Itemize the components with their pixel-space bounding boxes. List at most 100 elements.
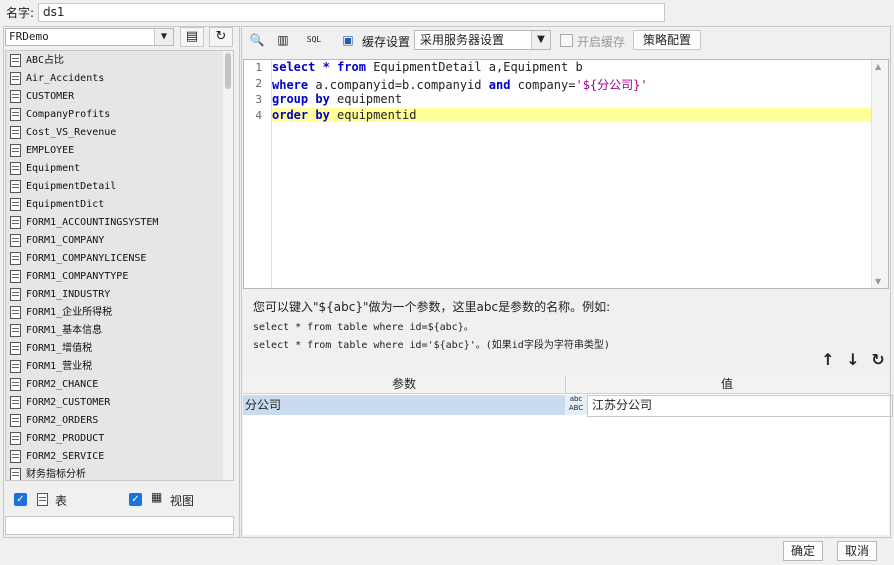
- table-filter-input[interactable]: [5, 516, 234, 535]
- table-name: EquipmentDict: [26, 199, 105, 210]
- view-icon: ▦: [151, 490, 163, 504]
- table-list-item[interactable]: FORM2_PRODUCT: [10, 430, 104, 448]
- table-list-item[interactable]: FORM1_营业税: [10, 358, 92, 376]
- table-name: FORM1_增值税: [26, 343, 93, 354]
- table-list-item[interactable]: 财务指标分析: [10, 466, 86, 480]
- preview-icon[interactable]: 🔍: [247, 30, 267, 50]
- table-icon: [10, 89, 21, 103]
- parameter-hint: 您可以键入"${abc}"做为一个参数，这里abc是参数的名称。例如: sele…: [253, 298, 883, 351]
- table-name: CUSTOMER: [26, 91, 75, 102]
- table-list-item[interactable]: Cost_VS_Revenue: [10, 124, 116, 142]
- table-list-item[interactable]: FORM2_CUSTOMER: [10, 394, 110, 412]
- table-list-item[interactable]: FORM1_COMPANY: [10, 232, 104, 250]
- table-name: FORM1_营业税: [26, 361, 93, 372]
- dataset-name-input[interactable]: ds1: [38, 3, 665, 22]
- table-icon: [10, 413, 21, 427]
- database-select[interactable]: FRDemo ▼: [5, 28, 174, 46]
- table-list-item[interactable]: FORM1_企业所得税: [10, 304, 112, 322]
- line-number: 2: [255, 77, 262, 90]
- move-up-icon[interactable]: ↑: [818, 350, 838, 370]
- table-preview-icon[interactable]: ▤: [180, 27, 204, 47]
- table-icon: [10, 431, 21, 445]
- table-name: FORM2_ORDERS: [26, 415, 99, 426]
- table-list-item[interactable]: CUSTOMER: [10, 88, 74, 106]
- column-header-value: 值: [565, 375, 888, 393]
- type-filter-row: ✓ 表 ✓ ▦ 视图: [5, 485, 234, 513]
- line-number-gutter: 1 2 3 4: [244, 60, 272, 288]
- cache-settings-icon[interactable]: ▣: [338, 30, 358, 50]
- table-list-item[interactable]: EquipmentDetail: [10, 178, 116, 196]
- table-icon: [10, 467, 21, 480]
- table-icon: [10, 323, 21, 337]
- string-type-icon[interactable]: abc ABC: [565, 395, 587, 415]
- table-list-item[interactable]: FORM1_基本信息: [10, 322, 102, 340]
- move-down-icon[interactable]: ↓: [843, 350, 863, 370]
- hint-line-2: select * from table where id=${abc}。: [253, 322, 474, 333]
- enable-cache-checkbox[interactable]: 开启缓存: [560, 33, 625, 50]
- table-name: Cost_VS_Revenue: [26, 127, 117, 138]
- table-icon: [10, 359, 21, 373]
- table-list-item[interactable]: FORM1_COMPANYLICENSE: [10, 250, 146, 268]
- table-list-item[interactable]: FORM1_增值税: [10, 340, 92, 358]
- refresh-icon[interactable]: ↻: [209, 27, 233, 47]
- table-list: ABC占比 Air_Accidents CUSTOMER CompanyProfits…: [5, 50, 234, 481]
- view-checkbox-label: 视图: [170, 494, 195, 508]
- table-icon: [10, 251, 21, 265]
- refresh-params-icon[interactable]: ↻: [868, 350, 888, 370]
- table-name: FORM1_ACCOUNTINGSYSTEM: [26, 217, 159, 228]
- table-list-item[interactable]: CompanyProfits: [10, 106, 110, 124]
- checkbox-box[interactable]: [560, 34, 573, 47]
- parameter-table: 参数 值 分公司 abc ABC 江苏分公司: [243, 375, 893, 535]
- table-name: CompanyProfits: [26, 109, 111, 120]
- param-value-input[interactable]: 江苏分公司: [587, 395, 893, 417]
- table-list-item[interactable]: FORM1_ACCOUNTINGSYSTEM: [10, 214, 158, 232]
- table-list-item[interactable]: Air_Accidents: [10, 70, 104, 88]
- table-list-item[interactable]: FORM1_COMPANYTYPE: [10, 268, 128, 286]
- cache-select[interactable]: 采用服务器设置 ▼: [414, 30, 551, 50]
- table-list-item[interactable]: ABC占比: [10, 52, 64, 70]
- table-icon: [10, 179, 21, 193]
- table-name: Equipment: [26, 163, 81, 174]
- table-list-item[interactable]: Equipment: [10, 160, 80, 178]
- table-checkbox-label: 表: [55, 494, 68, 508]
- scroll-down-icon[interactable]: ▼: [875, 277, 881, 286]
- table-name: FORM1_企业所得税: [26, 307, 113, 318]
- table-icon: [10, 305, 21, 319]
- table-icon: [10, 143, 21, 157]
- sql-line: select * from EquipmentDetail a,Equipmen…: [272, 60, 583, 74]
- table-list-scrollbar[interactable]: [223, 51, 233, 480]
- table-list-item[interactable]: EMPLOYEE: [10, 142, 74, 160]
- cancel-button[interactable]: 取消: [837, 541, 877, 561]
- table-list-item[interactable]: FORM2_CHANCE: [10, 376, 98, 394]
- scrollbar-thumb[interactable]: [225, 53, 231, 89]
- table-name: FORM1_INDUSTRY: [26, 289, 111, 300]
- param-name-cell[interactable]: 分公司: [243, 395, 566, 415]
- hint-line-1: 您可以键入"${abc}"做为一个参数，这里abc是参数的名称。例如:: [253, 300, 611, 314]
- table-list-item[interactable]: FORM2_ORDERS: [10, 412, 98, 430]
- chevron-down-icon[interactable]: ▼: [154, 29, 173, 45]
- sql-icon[interactable]: SQL: [304, 30, 324, 50]
- table-icon: [10, 341, 21, 355]
- table-list-item[interactable]: FORM2_SERVICE: [10, 448, 104, 466]
- editor-scrollbar[interactable]: ▲ ▼: [871, 60, 888, 288]
- table-name: FORM2_PRODUCT: [26, 433, 105, 444]
- table-icon: [10, 71, 21, 85]
- sql-line: where a.companyid=b.companyid and compan…: [272, 78, 648, 92]
- table-row[interactable]: 分公司 abc ABC 江苏分公司: [243, 395, 893, 417]
- table-list-item[interactable]: FORM1_INDUSTRY: [10, 286, 110, 304]
- table-list-item[interactable]: EquipmentDict: [10, 196, 104, 214]
- scroll-up-icon[interactable]: ▲: [875, 62, 881, 71]
- table-icon: [10, 287, 21, 301]
- strategy-config-button[interactable]: 策略配置: [633, 30, 701, 50]
- view-checkbox[interactable]: ✓: [129, 493, 142, 506]
- table-icon: [10, 395, 21, 409]
- table-checkbox[interactable]: ✓: [14, 493, 27, 506]
- ok-button[interactable]: 确定: [783, 541, 823, 561]
- chevron-down-icon[interactable]: ▼: [531, 31, 550, 49]
- save-icon[interactable]: ▥: [273, 30, 293, 50]
- table-name: FORM1_基本信息: [26, 325, 103, 336]
- table-icon: [10, 53, 21, 67]
- sql-editor[interactable]: 1 2 3 4 select * from EquipmentDetail a,…: [243, 59, 889, 289]
- table-name: 财务指标分析: [26, 469, 86, 480]
- table-icon: [10, 233, 21, 247]
